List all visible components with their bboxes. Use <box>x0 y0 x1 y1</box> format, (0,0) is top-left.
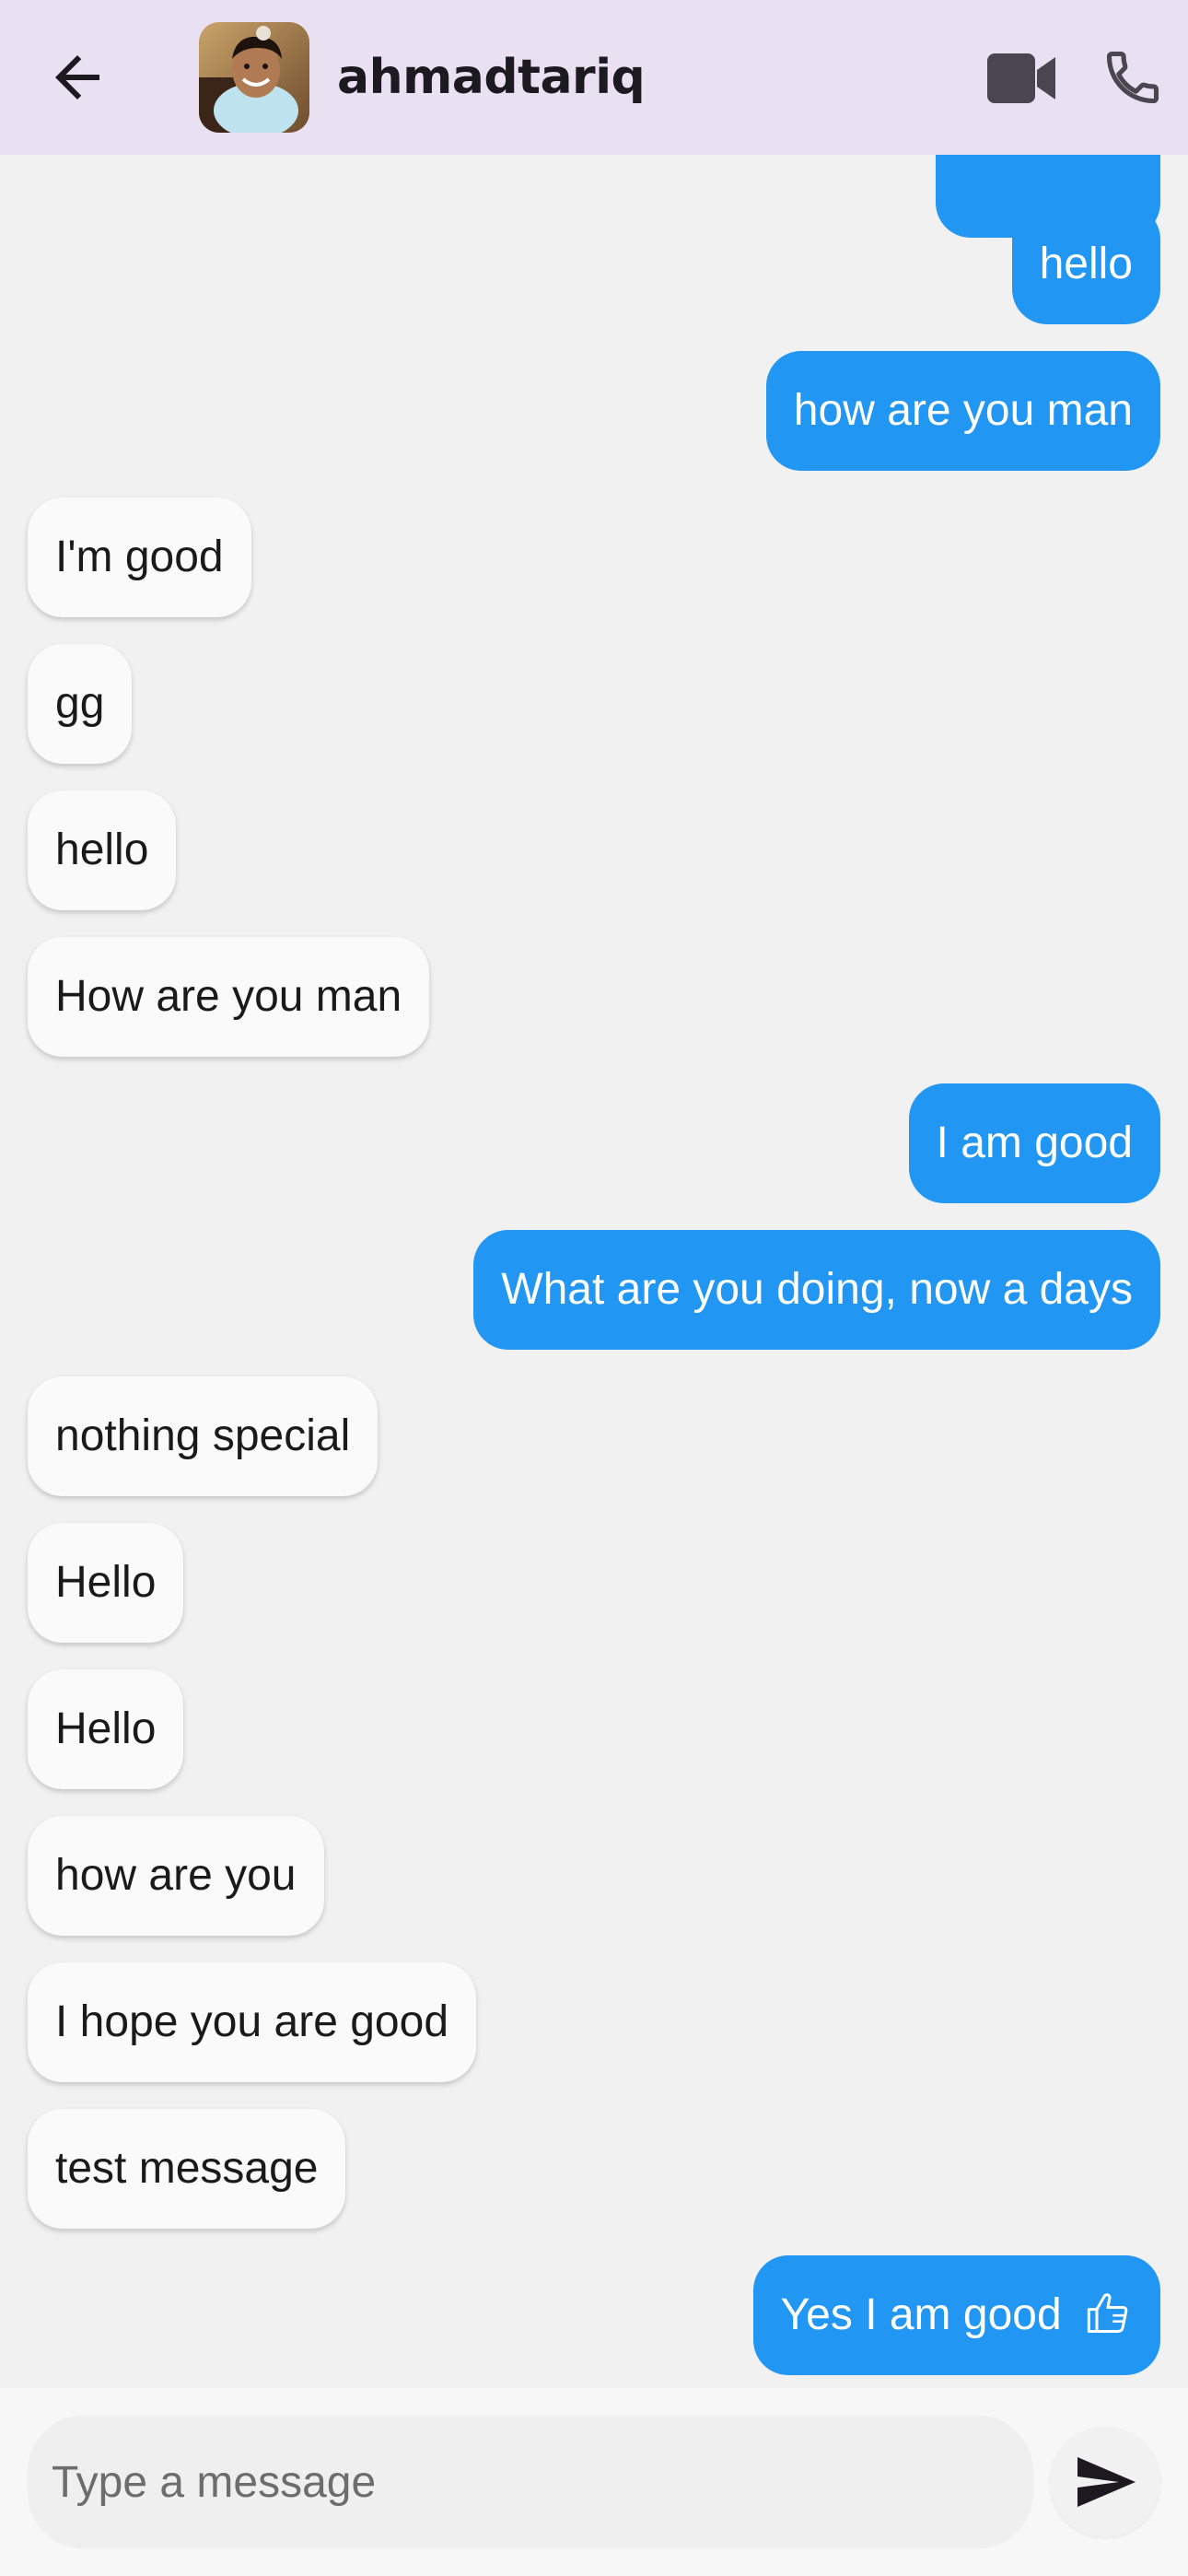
avatar[interactable] <box>199 22 309 133</box>
message-bubble-outgoing[interactable]: What are you doing, now a days <box>473 1230 1160 1350</box>
message-bubble-incoming[interactable]: test message <box>28 2109 346 2229</box>
message-bubble-incoming[interactable]: Hello <box>28 1523 184 1643</box>
message-text: I am good <box>936 1118 1133 1167</box>
back-arrow-icon[interactable] <box>44 44 111 111</box>
message-text: Yes I am good <box>780 2290 1062 2339</box>
send-button[interactable] <box>1050 2427 1160 2537</box>
message-bubble-outgoing[interactable]: Yes I am good <box>752 2255 1160 2375</box>
message-bubble-incoming[interactable]: hello <box>28 790 177 910</box>
phone-icon[interactable] <box>1101 46 1164 109</box>
message-bubble-incoming[interactable]: I hope you are good <box>28 1962 477 2082</box>
message-bubble-outgoing[interactable]: I am good <box>908 1083 1160 1203</box>
message-bubble-incoming[interactable]: I'm good <box>28 498 251 617</box>
message-text: What are you doing, now a days <box>501 1265 1133 1314</box>
send-icon <box>1077 2457 1136 2507</box>
message-composer <box>0 2388 1188 2576</box>
video-camera-icon[interactable] <box>987 50 1057 107</box>
message-list[interactable]: hello how are you man I'm good gg hello … <box>0 155 1188 2388</box>
message-text: nothing special <box>55 1411 351 1460</box>
message-bubble-outgoing[interactable]: hello <box>1011 205 1160 324</box>
message-text: hello <box>55 825 149 874</box>
message-text: Hello <box>55 1558 157 1607</box>
message-text: How are you man <box>55 972 402 1021</box>
message-text: test message <box>55 2144 319 2193</box>
message-bubble-incoming[interactable]: gg <box>28 644 133 764</box>
message-text: gg <box>55 679 105 728</box>
message-text: how are you man <box>793 386 1133 435</box>
thumbs-up-icon <box>1087 2293 1128 2334</box>
message-bubble-incoming[interactable]: nothing special <box>28 1376 379 1496</box>
message-input[interactable] <box>28 2416 1033 2548</box>
message-text: I'm good <box>55 533 224 581</box>
message-bubble-outgoing[interactable]: how are you man <box>765 351 1160 471</box>
message-text: Hello <box>55 1704 157 1753</box>
avatar-photo <box>199 22 309 133</box>
message-text: how are you <box>55 1851 297 1900</box>
message-bubble-incoming[interactable]: how are you <box>28 1816 324 1936</box>
message-bubble-incoming[interactable]: How are you man <box>28 937 430 1057</box>
message-text: I hope you are good <box>55 1997 449 2046</box>
app-bar: ahmadtariq <box>0 0 1188 155</box>
message-bubble-incoming[interactable]: Hello <box>28 1669 184 1789</box>
message-text: hello <box>1039 240 1133 288</box>
contact-name[interactable]: ahmadtariq <box>337 39 646 116</box>
